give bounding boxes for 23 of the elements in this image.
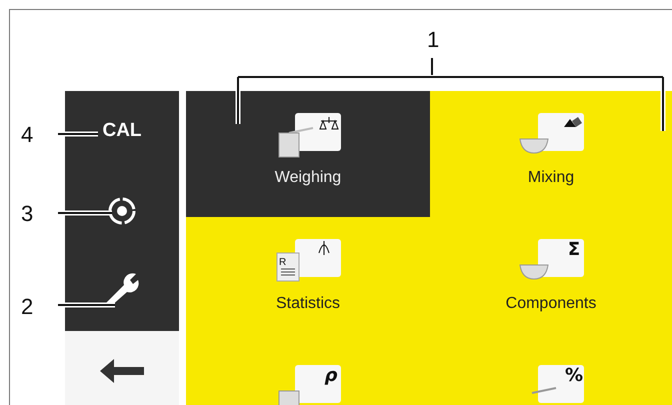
tile-label: Mixing (528, 169, 574, 187)
callout-number: 4 (21, 122, 34, 148)
callout-number: 2 (21, 294, 34, 320)
callout-number: 1 (427, 27, 440, 53)
leader-line (58, 302, 115, 308)
sidebar-button[interactable]: CAL (65, 91, 179, 171)
menu-tile[interactable]: % (430, 343, 672, 405)
back-arrow-icon[interactable] (98, 357, 146, 385)
target-icon (106, 195, 138, 227)
menu-tile[interactable]: Σ Components (430, 217, 672, 343)
menu-tile[interactable]: R Statistics (186, 217, 430, 343)
tile-label: Components (506, 295, 596, 313)
cal-label: CAL (102, 120, 142, 142)
tile-label: Weighing (274, 169, 342, 187)
menu-tile[interactable]: Mixing (430, 91, 672, 217)
menu-tile[interactable]: ρ (186, 343, 430, 405)
sidebar-button[interactable] (65, 251, 179, 331)
menu-tile[interactable]: Weighing (186, 91, 430, 217)
callout-number: 3 (21, 201, 34, 227)
back-button[interactable] (65, 331, 179, 405)
leader-line (58, 132, 98, 136)
leader-line (58, 210, 112, 216)
tile-label: Statistics (276, 295, 340, 313)
